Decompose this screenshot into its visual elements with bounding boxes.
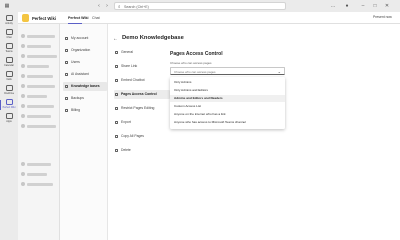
option-only-admins-and-editors[interactable]: Only Admins and Editors xyxy=(170,87,285,94)
user-icon xyxy=(65,37,68,40)
nav-ai-assistant[interactable]: AI Assistant xyxy=(63,70,107,79)
access-dropdown-menu: Only Admins Only Admins and Editors Admi… xyxy=(170,77,285,129)
option-anyone-in-teams-channel[interactable]: Anyone who has access to Microsoft Teams… xyxy=(170,119,285,126)
app-header: Perfect Wiki Perfect Wiki Chat Present n… xyxy=(18,12,400,24)
tab-restrict-pages-editing[interactable]: Restrict Pages Editing xyxy=(114,104,170,113)
app-rail: Activity Chat Teams Calendar Calls OneDr… xyxy=(0,12,18,240)
rail-onedrive[interactable]: OneDrive xyxy=(0,84,18,97)
avatar xyxy=(21,114,25,118)
cloud-icon xyxy=(5,85,13,91)
option-admins-editors-readers[interactable]: Admins and Editors and Readers xyxy=(170,95,285,102)
copy-icon xyxy=(115,135,118,138)
option-custom-access-list[interactable]: Custom Access List xyxy=(170,103,285,110)
tab-share-link[interactable]: Share Link xyxy=(114,62,170,71)
sparkle-icon xyxy=(65,73,68,76)
option-only-admins[interactable]: Only Admins xyxy=(170,79,285,86)
export-icon xyxy=(115,121,118,124)
option-anyone-with-link[interactable]: Anyone on the internet who has a link xyxy=(170,111,285,118)
calendar-icon xyxy=(5,57,13,63)
apps-icon xyxy=(5,113,13,119)
search-icon: ⌕ xyxy=(118,4,121,9)
book-icon xyxy=(65,85,68,88)
nav-billing[interactable]: Billing xyxy=(63,106,107,115)
avatar xyxy=(21,44,25,48)
link-icon xyxy=(115,65,118,68)
avatar xyxy=(21,34,25,38)
trash-icon xyxy=(115,149,118,152)
perfect-wiki-logo-icon xyxy=(22,14,29,22)
tab-pages-access-control[interactable]: Pages Access Control xyxy=(114,90,170,99)
pencil-icon xyxy=(115,107,118,110)
close-icon[interactable]: ✕ xyxy=(384,3,390,9)
chevron-down-icon: ⌄ xyxy=(277,69,281,74)
avatar xyxy=(21,182,25,186)
chat-icon xyxy=(5,29,13,35)
title-bar: ▦ ‹ › ⌕ Search (Ctrl+E) … ● – □ ✕ xyxy=(0,0,400,12)
rail-activity[interactable]: Activity xyxy=(0,14,18,27)
nav-organization[interactable]: Organization xyxy=(63,46,107,55)
chatbot-icon xyxy=(115,79,118,82)
rail-teams[interactable]: Teams xyxy=(0,42,18,55)
nav-knowledge-bases[interactable]: Knowledge bases xyxy=(63,82,107,91)
lock-icon xyxy=(115,93,118,96)
tab-export[interactable]: Export xyxy=(114,118,170,127)
avatar xyxy=(21,74,25,78)
teams-icon xyxy=(5,43,13,49)
settings-icon xyxy=(115,51,118,54)
avatar xyxy=(21,84,25,88)
nav-backups[interactable]: Backups xyxy=(63,94,107,103)
back-nav-icon[interactable]: ‹ xyxy=(96,3,102,9)
present-now-button[interactable]: Present now xyxy=(373,15,392,19)
access-select[interactable]: Choose who can access pages ⌄ xyxy=(170,67,285,75)
app-name: Perfect Wiki xyxy=(32,15,56,21)
avatar xyxy=(21,94,25,98)
avatar xyxy=(21,54,25,58)
users-icon xyxy=(65,61,68,64)
main-content: My account Organization Users AI Assista… xyxy=(60,24,400,240)
forward-nav-icon[interactable]: › xyxy=(104,3,110,9)
section-heading: Pages Access Control xyxy=(170,51,223,57)
building-icon xyxy=(65,49,68,52)
avatar xyxy=(21,172,25,176)
avatar xyxy=(21,162,25,166)
rail-calls[interactable]: Calls xyxy=(0,70,18,83)
rail-perfect-wiki[interactable]: Perfect Wiki xyxy=(0,98,18,111)
rail-chat[interactable]: Chat xyxy=(0,28,18,41)
archive-icon xyxy=(65,97,68,100)
tab-general[interactable]: General xyxy=(114,48,170,57)
wiki-icon xyxy=(5,99,13,105)
teams-logo-icon: ▦ xyxy=(4,3,10,9)
tab-delete[interactable]: Delete xyxy=(114,146,170,155)
rail-apps[interactable]: Apps xyxy=(0,112,18,125)
avatar xyxy=(21,104,25,108)
card-icon xyxy=(65,109,68,112)
tab-chat[interactable]: Chat xyxy=(92,16,100,20)
tab-perfect-wiki[interactable]: Perfect Wiki xyxy=(68,16,89,20)
nav-users[interactable]: Users xyxy=(63,58,107,67)
tab-copy-all-pages[interactable]: Copy All Pages xyxy=(114,132,170,141)
avatar xyxy=(21,64,25,68)
more-options-icon[interactable]: … xyxy=(330,3,336,9)
kb-settings-nav: General Share Link Embed Chatbot Pages A… xyxy=(108,24,170,240)
tab-embed-chatbot[interactable]: Embed Chatbot xyxy=(114,76,170,85)
nav-my-account[interactable]: My account xyxy=(63,34,107,43)
avatar[interactable]: ● xyxy=(344,3,350,9)
phone-icon xyxy=(5,71,13,77)
maximize-icon[interactable]: □ xyxy=(372,3,378,9)
access-select-placeholder: Choose who can access pages xyxy=(174,70,216,74)
wiki-left-nav: My account Organization Users AI Assista… xyxy=(60,24,108,240)
chat-list-panel xyxy=(18,12,60,240)
bell-icon xyxy=(5,15,13,21)
rail-calendar[interactable]: Calendar xyxy=(0,56,18,69)
avatar xyxy=(21,124,25,128)
minimize-icon[interactable]: – xyxy=(360,3,366,9)
section-description: Choose who can access pages xyxy=(170,61,212,65)
search-input[interactable]: ⌕ Search (Ctrl+E) xyxy=(114,2,286,10)
